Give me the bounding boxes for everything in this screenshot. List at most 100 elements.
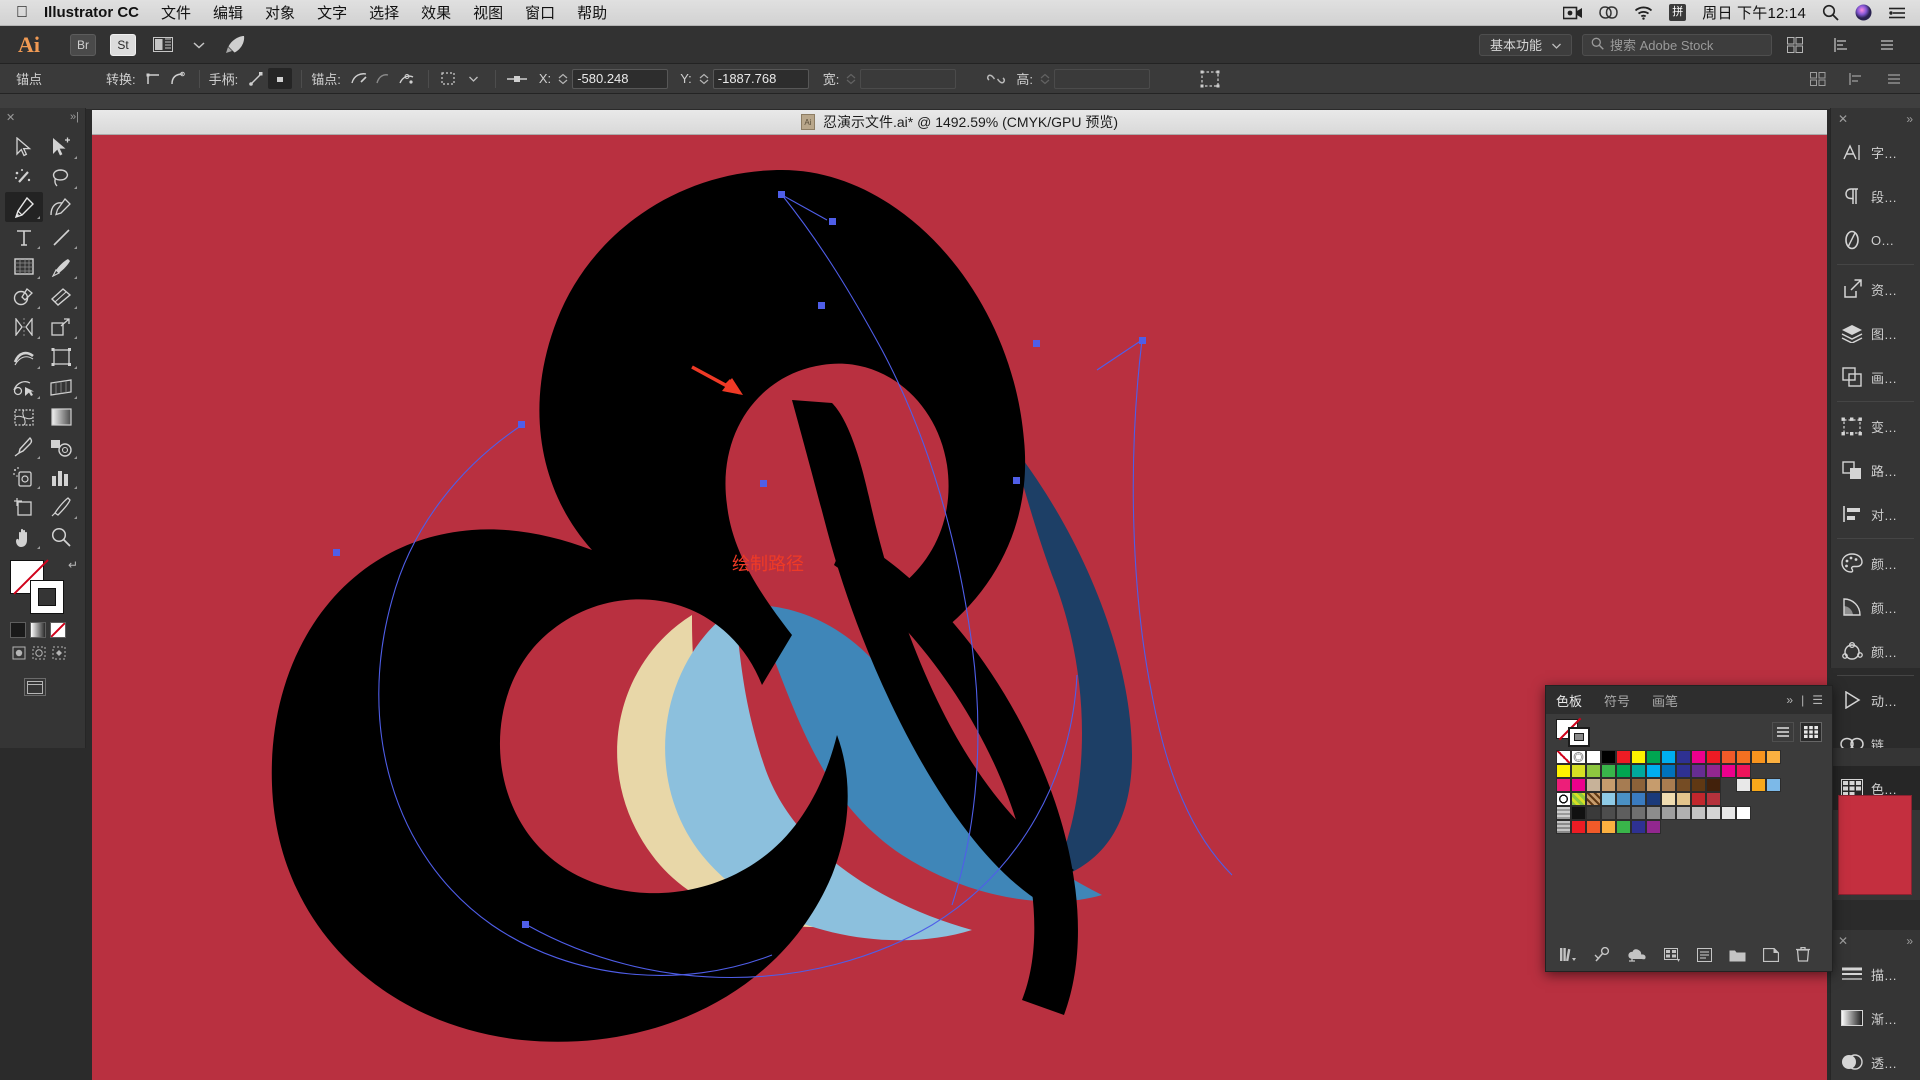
width-tool[interactable] <box>5 342 43 372</box>
swatch-cell[interactable] <box>1676 792 1691 806</box>
height-input[interactable] <box>1054 68 1151 89</box>
grid-view-icon[interactable] <box>1800 722 1822 742</box>
swatch-cell[interactable] <box>1706 764 1721 778</box>
swatch-cell[interactable] <box>1766 778 1781 792</box>
swatch-cell[interactable] <box>1661 750 1676 764</box>
tab-symbols[interactable]: 符号 <box>1604 691 1630 710</box>
swatch-cell[interactable] <box>1721 764 1736 778</box>
type-tool[interactable] <box>5 222 43 252</box>
bridge-button[interactable]: Br <box>70 33 96 56</box>
menu-clock[interactable]: 周日 下午12:14 <box>1702 2 1806 23</box>
swatch-cell[interactable] <box>1721 750 1736 764</box>
swatch-cell[interactable] <box>1601 806 1616 820</box>
symbol-sprayer-tool[interactable] <box>5 462 43 492</box>
pen-tool[interactable] <box>5 192 43 222</box>
panel-menu-icon[interactable] <box>1882 68 1906 89</box>
swatch-cell[interactable] <box>1586 778 1601 792</box>
swap-fill-stroke-icon[interactable]: ↵ <box>68 558 78 572</box>
panel-stroke-swatch[interactable] <box>1568 727 1590 747</box>
swatch-cell[interactable] <box>1676 764 1691 778</box>
swatch-cell[interactable] <box>1691 806 1706 820</box>
dock-item-paragraph[interactable]: 段… <box>1831 174 1920 218</box>
swatch-cell[interactable] <box>1721 792 1736 806</box>
swatch-cell[interactable] <box>1751 778 1766 792</box>
gradient-mode-button[interactable] <box>30 622 46 638</box>
dock-item-asset-export[interactable]: 资… <box>1831 267 1920 311</box>
swatch-libraries-icon[interactable] <box>1560 947 1577 965</box>
swatch-cell[interactable] <box>1736 750 1751 764</box>
swatch-cell[interactable] <box>1766 764 1781 778</box>
menu-item-object[interactable]: 对象 <box>265 2 295 23</box>
align-panel-icon[interactable] <box>1828 33 1854 57</box>
width-input[interactable] <box>860 68 957 89</box>
swatch-cell[interactable] <box>1691 792 1706 806</box>
swatch-cell[interactable] <box>1586 806 1601 820</box>
swatch-cell[interactable] <box>1736 806 1751 820</box>
swatch-cell[interactable] <box>1571 820 1586 834</box>
x-input[interactable]: -580.248 <box>572 68 669 89</box>
panel-fill-stroke[interactable] <box>1556 719 1596 747</box>
swatch-cell[interactable] <box>1616 820 1631 834</box>
swatch-cell[interactable] <box>1601 820 1616 834</box>
panel-menu-icon[interactable]: ☰ <box>1812 693 1823 707</box>
perspective-grid-tool[interactable] <box>43 372 81 402</box>
dock-item-character[interactable]: 字… <box>1831 130 1920 174</box>
chevron-down-icon[interactable] <box>462 68 486 89</box>
remove-anchor-icon[interactable] <box>347 68 371 89</box>
lasso-tool[interactable] <box>43 162 81 192</box>
double-chevron-icon[interactable]: » <box>1906 934 1913 948</box>
menu-item-type[interactable]: 文字 <box>317 2 347 23</box>
dock-item-layers[interactable]: 图… <box>1831 311 1920 355</box>
swatch-cell[interactable] <box>1691 820 1706 834</box>
swatch-cell[interactable] <box>1766 750 1781 764</box>
align-options-icon[interactable] <box>1844 68 1868 89</box>
swatch-cell[interactable] <box>1616 792 1631 806</box>
swatch-cell[interactable] <box>1706 792 1721 806</box>
swatch-cell[interactable] <box>1586 750 1601 764</box>
close-icon[interactable]: ✕ <box>1838 112 1848 126</box>
line-segment-tool[interactable] <box>43 222 81 252</box>
double-chevron-icon[interactable]: »| <box>70 111 79 123</box>
swatch-cell[interactable] <box>1616 764 1631 778</box>
swatch-cell[interactable] <box>1676 750 1691 764</box>
swatch-cell[interactable] <box>1706 750 1721 764</box>
zoom-tool[interactable] <box>43 522 81 552</box>
dock-item-color-guide[interactable]: 颜… <box>1831 585 1920 629</box>
width-stepper[interactable] <box>845 73 857 85</box>
close-icon[interactable]: ✕ <box>6 111 15 124</box>
swatches-panel[interactable]: 色板 符号 画笔 » | ☰ <box>1545 685 1833 972</box>
swatch-cell[interactable] <box>1616 750 1631 764</box>
swatch-cell[interactable] <box>1556 806 1571 820</box>
convert-to-smooth-icon[interactable] <box>166 68 190 89</box>
swatch-cell[interactable] <box>1601 764 1616 778</box>
list-view-icon[interactable] <box>1772 722 1794 742</box>
swatch-cell[interactable] <box>1751 806 1766 820</box>
draw-normal-icon[interactable] <box>12 646 27 666</box>
swatch-cell[interactable] <box>1751 792 1766 806</box>
eraser-tool[interactable] <box>43 282 81 312</box>
scale-tool[interactable] <box>43 312 81 342</box>
more-icon[interactable] <box>1874 33 1900 57</box>
screen-mode-icon[interactable] <box>24 678 46 696</box>
swatch-cell[interactable] <box>1736 792 1751 806</box>
swatch-cell[interactable] <box>1646 792 1661 806</box>
arrange-documents-icon[interactable] <box>150 33 176 57</box>
connect-anchor-icon[interactable] <box>371 68 395 89</box>
dock-item-opentype[interactable]: O… <box>1831 218 1920 262</box>
swatch-cell[interactable] <box>1646 806 1661 820</box>
hide-handles-icon[interactable] <box>268 68 293 89</box>
dock-item-color[interactable]: 颜… <box>1831 541 1920 585</box>
swatch-cell[interactable] <box>1631 806 1646 820</box>
color-groups-icon[interactable] <box>1594 946 1610 965</box>
menu-item-help[interactable]: 帮助 <box>577 2 607 23</box>
swatch-cell[interactable] <box>1661 792 1676 806</box>
active-app-name[interactable]: Illustrator CC <box>44 4 139 21</box>
swatch-cell[interactable] <box>1646 820 1661 834</box>
swatch-cell[interactable] <box>1751 764 1766 778</box>
swatch-grid[interactable] <box>1546 750 1832 834</box>
tab-brushes[interactable]: 画笔 <box>1652 691 1678 710</box>
swatch-cell[interactable] <box>1706 820 1721 834</box>
swatch-cell[interactable] <box>1691 764 1706 778</box>
swatch-cell[interactable] <box>1646 750 1661 764</box>
rocket-icon[interactable] <box>222 33 248 57</box>
